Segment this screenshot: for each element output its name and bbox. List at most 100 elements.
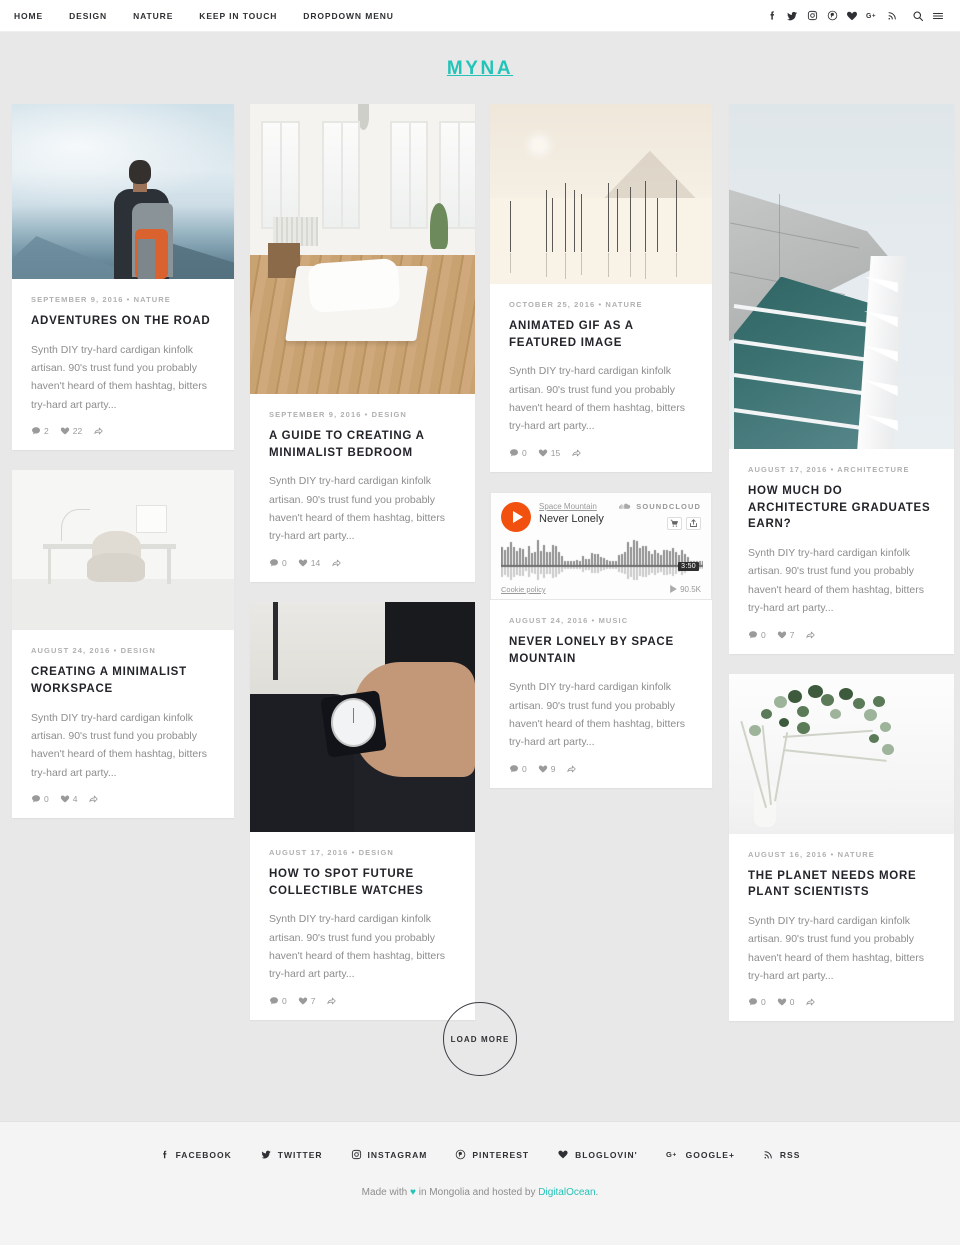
post-card-how-to-spot-future-collectible-watches[interactable]: AUGUST 17, 2016 • DESIGN HOW TO SPOT FUT… <box>250 601 475 1020</box>
post-body: AUGUST 24, 2016 • DESIGN CREATING A MINI… <box>12 630 234 818</box>
post-title[interactable]: CREATING A MINIMALIST WORKSPACE <box>31 664 215 697</box>
search-icon[interactable] <box>908 6 928 26</box>
share-button[interactable] <box>93 426 104 436</box>
post-meta: SEPTEMBER 9, 2016 • DESIGN <box>269 410 456 419</box>
pinterest-icon[interactable] <box>822 6 842 26</box>
post-category[interactable]: DESIGN <box>121 646 156 655</box>
like-count[interactable]: 7 <box>777 629 795 640</box>
post-title[interactable]: HOW MUCH DO ARCHITECTURE GRADUATES EARN? <box>748 483 935 533</box>
like-count[interactable]: 14 <box>298 558 320 568</box>
instagram-icon[interactable] <box>802 6 822 26</box>
post-image-modern-building-glass-facade[interactable] <box>729 104 954 449</box>
post-title[interactable]: A GUIDE TO CREATING A MINIMALIST BEDROOM <box>269 428 456 461</box>
post-category[interactable]: NATURE <box>605 300 642 309</box>
share-button[interactable] <box>566 764 577 774</box>
post-stats: 0 9 <box>509 764 693 774</box>
nav-item-dropdown-menu[interactable]: DROPDOWN MENU <box>290 11 407 21</box>
comment-count[interactable]: 0 <box>31 794 49 804</box>
post-category[interactable]: ARCHITECTURE <box>837 465 909 474</box>
post-meta: AUGUST 17, 2016 • ARCHITECTURE <box>748 465 935 474</box>
post-title[interactable]: NEVER LONELY BY SPACE MOUNTAIN <box>509 634 693 667</box>
primary-nav: HOME DESIGN NATURE KEEP IN TOUCH DROPDOW… <box>10 11 407 21</box>
post-title[interactable]: THE PLANET NEEDS MORE PLANT SCIENTISTS <box>748 868 935 901</box>
post-image-hiker-on-mountain[interactable] <box>12 104 234 279</box>
share-icon[interactable] <box>686 516 701 530</box>
post-date: AUGUST 24, 2016 <box>509 615 589 625</box>
post-card-how-much-do-architecture-graduates-earn[interactable]: AUGUST 17, 2016 • ARCHITECTURE HOW MUCH … <box>729 104 954 654</box>
credit-pre: Made with <box>361 1187 408 1198</box>
post-card-creating-a-minimalist-workspace[interactable]: AUGUST 24, 2016 • DESIGN CREATING A MINI… <box>12 470 234 819</box>
load-more-button[interactable]: LOAD MORE <box>443 1002 517 1076</box>
footer-label-facebook: FACEBOOK <box>175 1149 232 1160</box>
comment-count[interactable]: 2 <box>31 426 49 436</box>
like-count[interactable]: 9 <box>538 764 555 774</box>
comment-count[interactable]: 0 <box>748 630 766 640</box>
post-image-minimalist-bedroom[interactable] <box>250 104 475 394</box>
post-title[interactable]: HOW TO SPOT FUTURE COLLECTIBLE WATCHES <box>269 866 456 899</box>
post-category[interactable]: DESIGN <box>359 848 394 857</box>
post-title[interactable]: ADVENTURES ON THE ROAD <box>31 313 215 330</box>
share-button[interactable] <box>805 630 816 640</box>
post-category[interactable]: DESIGN <box>372 410 407 419</box>
like-count[interactable]: 15 <box>538 448 560 458</box>
footer-link-twitter[interactable]: TWITTER <box>260 1149 323 1160</box>
post-image-eucalyptus-branch[interactable] <box>729 673 954 834</box>
bloglovin-heart-icon[interactable] <box>842 6 862 26</box>
play-button[interactable] <box>501 501 531 532</box>
post-card-animated-gif-as-a-featured-image[interactable]: OCTOBER 25, 2016 • NATURE ANIMATED GIF A… <box>490 104 712 472</box>
footer-link-pinterest[interactable]: PINTEREST <box>455 1149 529 1160</box>
nav-item-home[interactable]: HOME <box>10 11 56 21</box>
post-image-white-desk-and-chair[interactable] <box>12 470 234 631</box>
like-count-value: 7 <box>789 629 795 640</box>
post-image-beige-minimal-landscape[interactable] <box>490 104 712 284</box>
play-small-icon <box>670 585 677 594</box>
footer-credit: Made with ♥ in Mongolia and hosted by Di… <box>0 1187 960 1198</box>
comment-icon <box>32 427 40 435</box>
hamburger-menu-icon[interactable] <box>928 6 948 26</box>
post-card-the-planet-needs-more-plant-scientists[interactable]: AUGUST 16, 2016 • NATURE THE PLANET NEED… <box>729 673 954 1022</box>
footer-link-instagram[interactable]: INSTAGRAM <box>351 1149 428 1160</box>
heart-icon <box>538 449 547 457</box>
footer-link-rss[interactable]: RSS <box>763 1149 800 1160</box>
twitter-icon[interactable] <box>782 6 802 26</box>
play-triangle-icon <box>512 510 523 523</box>
post-card-a-guide-to-creating-a-minimalist-bedroom[interactable]: SEPTEMBER 9, 2016 • DESIGN A GUIDE TO CR… <box>250 104 475 582</box>
post-body: AUGUST 16, 2016 • NATURE THE PLANET NEED… <box>729 834 954 1022</box>
post-category[interactable]: MUSIC <box>599 616 629 625</box>
soundcloud-waveform[interactable] <box>501 538 703 583</box>
share-button[interactable] <box>571 448 582 458</box>
nav-item-nature[interactable]: NATURE <box>120 11 186 21</box>
cart-icon[interactable] <box>667 516 682 530</box>
post-date: SEPTEMBER 9, 2016 <box>31 295 124 304</box>
like-count-value: 4 <box>72 794 78 805</box>
footer-link-googleplus[interactable]: G + GOOGLE+ <box>666 1149 735 1160</box>
post-card-never-lonely-by-space-mountain[interactable]: Space Mountain Never Lonely SOUNDCLOUD 3… <box>490 491 712 788</box>
like-count[interactable]: 22 <box>60 426 82 436</box>
share-button[interactable] <box>331 558 342 568</box>
site-title[interactable]: MYNA <box>447 58 513 79</box>
post-title[interactable]: ANIMATED GIF AS A FEATURED IMAGE <box>509 318 693 351</box>
nav-item-design[interactable]: DESIGN <box>56 11 120 21</box>
comment-count-value: 0 <box>522 447 527 458</box>
facebook-icon[interactable] <box>762 6 782 26</box>
soundcloud-player[interactable]: Space Mountain Never Lonely SOUNDCLOUD 3… <box>490 491 712 600</box>
googleplus-icon[interactable]: G + <box>862 6 882 26</box>
meta-separator: • <box>598 300 603 309</box>
soundcloud-artist[interactable]: Space Mountain <box>539 502 619 512</box>
comment-count[interactable]: 0 <box>269 558 287 568</box>
cookie-policy-link[interactable]: Cookie policy <box>501 585 546 594</box>
nav-item-keep-in-touch[interactable]: KEEP IN TOUCH <box>186 11 290 21</box>
share-button[interactable] <box>88 794 99 804</box>
digitalocean-link[interactable]: DigitalOcean <box>538 1187 595 1198</box>
footer-link-bloglovin[interactable]: BLOGLOVIN' <box>557 1149 638 1160</box>
soundcloud-track-title: Never Lonely <box>539 513 604 526</box>
post-category[interactable]: NATURE <box>134 295 171 304</box>
comment-count[interactable]: 0 <box>509 448 527 458</box>
footer-link-facebook[interactable]: FACEBOOK <box>160 1149 232 1160</box>
rss-icon[interactable] <box>882 6 902 26</box>
like-count[interactable]: 4 <box>60 794 78 805</box>
post-card-adventures-on-the-road[interactable]: SEPTEMBER 9, 2016 • NATURE ADVENTURES ON… <box>12 104 234 451</box>
post-category[interactable]: NATURE <box>838 850 875 859</box>
comment-count[interactable]: 0 <box>509 764 527 774</box>
post-image-wristwatch-on-arm[interactable] <box>250 601 475 832</box>
